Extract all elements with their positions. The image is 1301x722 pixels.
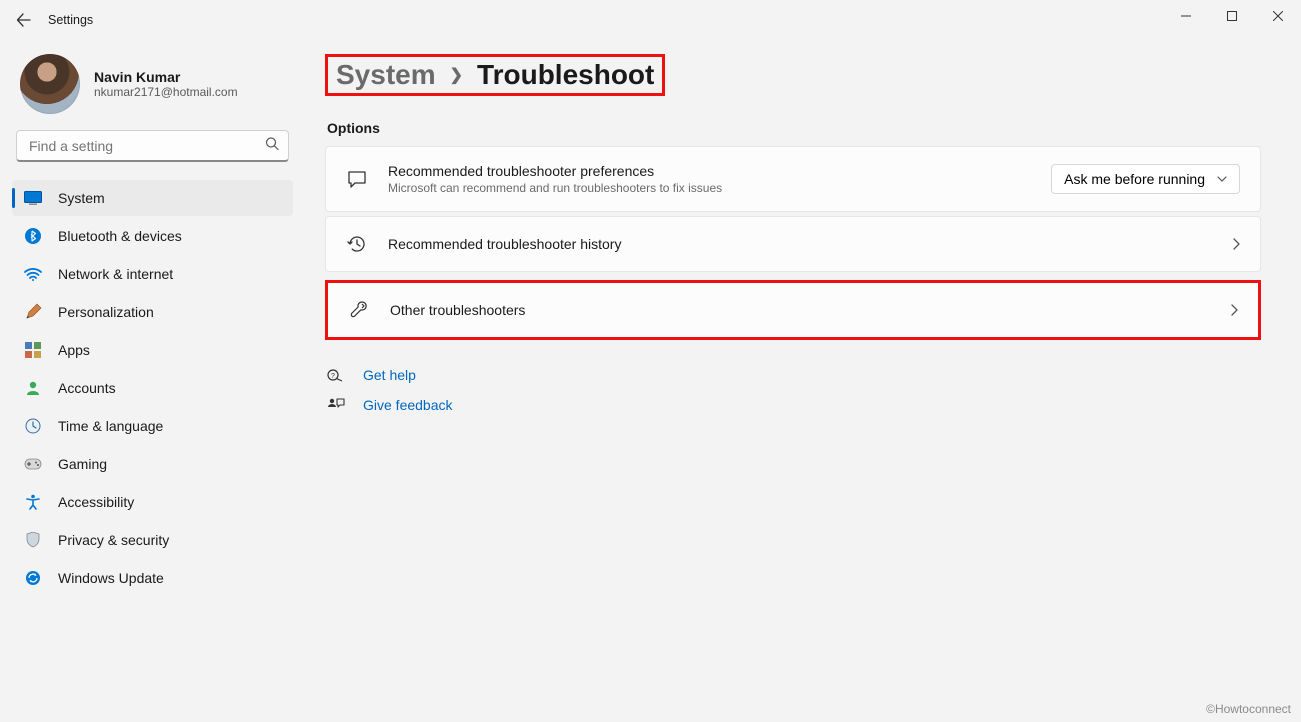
dropdown-value: Ask me before running: [1064, 171, 1205, 187]
close-button[interactable]: [1255, 0, 1301, 32]
sidebar-item-accessibility[interactable]: Accessibility: [12, 484, 293, 520]
sidebar-item-label: Privacy & security: [58, 532, 169, 548]
sidebar-item-label: Personalization: [58, 304, 154, 320]
sidebar-item-label: Time & language: [58, 418, 163, 434]
minimize-icon: [1181, 11, 1191, 21]
network-icon: [24, 265, 42, 283]
sidebar-item-bluetooth[interactable]: Bluetooth & devices: [12, 218, 293, 254]
give-feedback-link[interactable]: Give feedback: [363, 397, 453, 413]
titlebar: Settings: [0, 0, 1301, 40]
card-subtitle: Microsoft can recommend and run troubles…: [388, 181, 1031, 195]
card-title: Recommended troubleshooter history: [388, 236, 1212, 252]
personalization-icon: [24, 303, 42, 321]
search-box: [16, 130, 289, 162]
sidebar-item-label: Apps: [58, 342, 90, 358]
user-profile[interactable]: Navin Kumar nkumar2171@hotmail.com: [12, 48, 293, 130]
nav: System Bluetooth & devices Network & int…: [12, 180, 293, 596]
feedback-icon: [327, 396, 345, 414]
accounts-icon: [24, 379, 42, 397]
sidebar-item-time-language[interactable]: Time & language: [12, 408, 293, 444]
gaming-icon: [24, 455, 42, 473]
arrow-left-icon: [16, 12, 32, 28]
sidebar-item-label: Bluetooth & devices: [58, 228, 182, 244]
get-help-link[interactable]: Get help: [363, 367, 416, 383]
shield-icon: [24, 531, 42, 549]
card-recommended-preferences[interactable]: Recommended troubleshooter preferences M…: [325, 146, 1261, 212]
sidebar: Navin Kumar nkumar2171@hotmail.com Syste…: [0, 40, 305, 722]
breadcrumb-current: Troubleshoot: [477, 59, 654, 91]
chevron-right-icon: [1230, 304, 1238, 316]
help-links: ? Get help Give feedback: [325, 366, 1261, 414]
sidebar-item-privacy[interactable]: Privacy & security: [12, 522, 293, 558]
card-other-troubleshooters[interactable]: Other troubleshooters: [325, 280, 1261, 340]
window-controls: [1163, 0, 1301, 32]
sidebar-item-label: Accounts: [58, 380, 116, 396]
user-email: nkumar2171@hotmail.com: [94, 85, 238, 99]
sidebar-item-network[interactable]: Network & internet: [12, 256, 293, 292]
sidebar-item-label: Windows Update: [58, 570, 164, 586]
bluetooth-icon: [24, 227, 42, 245]
card-recommended-history[interactable]: Recommended troubleshooter history: [325, 216, 1261, 272]
sidebar-item-gaming[interactable]: Gaming: [12, 446, 293, 482]
accessibility-icon: [24, 493, 42, 511]
search-input[interactable]: [16, 130, 289, 162]
close-icon: [1273, 11, 1283, 21]
sidebar-item-label: Gaming: [58, 456, 107, 472]
section-title: Options: [327, 120, 1261, 136]
back-button[interactable]: [8, 4, 40, 36]
search-icon: [265, 137, 279, 156]
sidebar-item-system[interactable]: System: [12, 180, 293, 216]
chevron-right-icon: [1232, 238, 1240, 250]
sidebar-item-label: System: [58, 190, 105, 206]
sidebar-item-accounts[interactable]: Accounts: [12, 370, 293, 406]
give-feedback-row: Give feedback: [327, 396, 1261, 414]
sidebar-item-personalization[interactable]: Personalization: [12, 294, 293, 330]
card-title: Other troubleshooters: [390, 302, 1210, 318]
chevron-down-icon: [1217, 176, 1227, 182]
sidebar-item-label: Accessibility: [58, 494, 134, 510]
wrench-icon: [348, 299, 370, 321]
app-title: Settings: [48, 13, 93, 27]
watermark: ©Howtoconnect: [1206, 702, 1291, 716]
content: System ❯ Troubleshoot Options Recommende…: [305, 40, 1301, 722]
sidebar-item-label: Network & internet: [58, 266, 173, 282]
sidebar-item-apps[interactable]: Apps: [12, 332, 293, 368]
maximize-button[interactable]: [1209, 0, 1255, 32]
chat-icon: [346, 168, 368, 190]
breadcrumb: System ❯ Troubleshoot: [325, 54, 1261, 96]
preferences-dropdown[interactable]: Ask me before running: [1051, 164, 1240, 194]
avatar: [20, 54, 80, 114]
user-name: Navin Kumar: [94, 69, 238, 85]
svg-text:?: ?: [331, 373, 335, 380]
system-icon: [24, 189, 42, 207]
card-title: Recommended troubleshooter preferences: [388, 163, 1031, 179]
chevron-right-icon: ❯: [450, 65, 463, 85]
maximize-icon: [1227, 11, 1237, 21]
windows-update-icon: [24, 569, 42, 587]
help-icon: ?: [327, 366, 345, 384]
history-icon: [346, 233, 368, 255]
sidebar-item-windows-update[interactable]: Windows Update: [12, 560, 293, 596]
minimize-button[interactable]: [1163, 0, 1209, 32]
breadcrumb-parent[interactable]: System: [336, 59, 436, 91]
get-help-row: ? Get help: [327, 366, 1261, 384]
apps-icon: [24, 341, 42, 359]
time-language-icon: [24, 417, 42, 435]
